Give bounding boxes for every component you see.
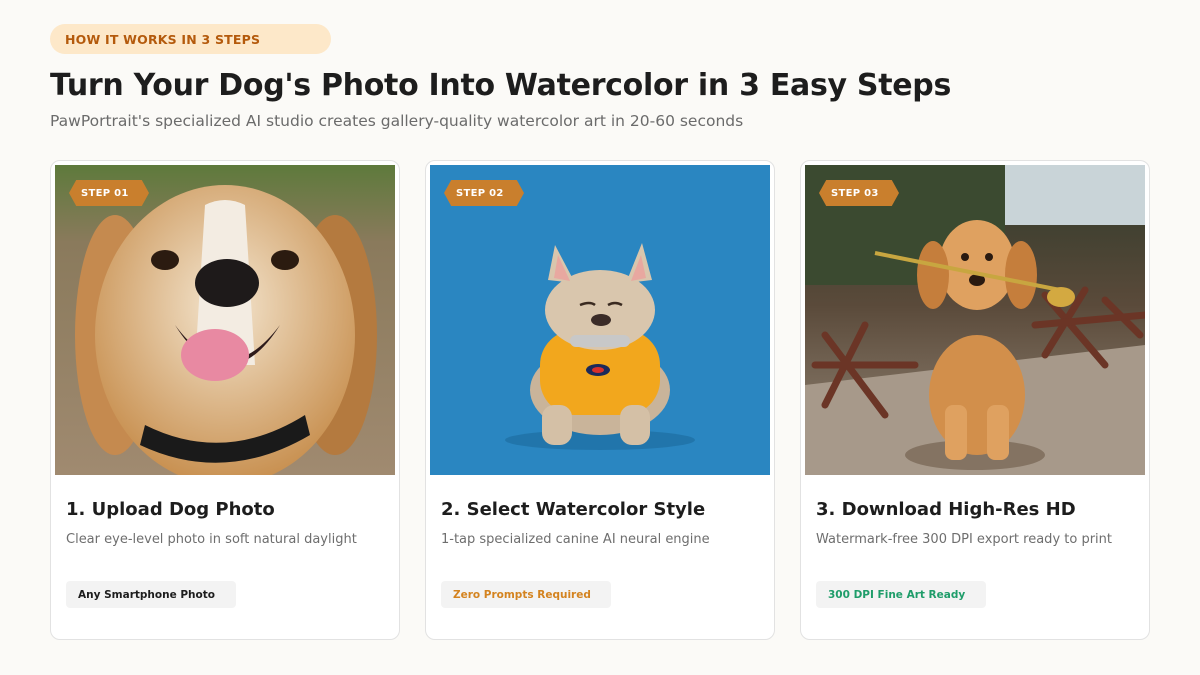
step-title: 3. Download High-Res HD (816, 499, 1076, 520)
step-3-photo: STEP 03 (805, 165, 1145, 475)
step-description: 1-tap specialized canine AI neural engin… (441, 532, 710, 547)
page-subtitle: PawPortrait's specialized AI studio crea… (50, 112, 744, 130)
step-title: 2. Select Watercolor Style (441, 499, 706, 520)
step-card-2: STEP 02 2. Select Watercolor Style 1-tap… (425, 160, 775, 640)
step-2-photo: STEP 02 (430, 165, 770, 475)
page-title: Turn Your Dog's Photo Into Watercolor in… (50, 68, 952, 103)
step-badge-label: STEP 03 (831, 187, 879, 199)
eyebrow-label: HOW IT WORKS IN 3 STEPS (65, 31, 261, 47)
step-badge-label: STEP 01 (81, 187, 129, 199)
step-badge: STEP 03 (819, 180, 899, 206)
step-tag: 300 DPI Fine Art Ready (816, 581, 986, 608)
step-tag-label: Zero Prompts Required (453, 588, 591, 601)
step-title: 1. Upload Dog Photo (66, 499, 275, 520)
step-tag-label: 300 DPI Fine Art Ready (828, 588, 966, 601)
step-tag: Zero Prompts Required (441, 581, 611, 608)
section-eyebrow-pill: HOW IT WORKS IN 3 STEPS (50, 24, 331, 54)
step-tag: Any Smartphone Photo (66, 581, 236, 608)
step-badge: STEP 01 (69, 180, 149, 206)
step-card-3: STEP 03 3. Download High-Res HD Watermar… (800, 160, 1150, 640)
step-description: Clear eye-level photo in soft natural da… (66, 532, 357, 547)
step-1-photo: STEP 01 (55, 165, 395, 475)
step-tag-label: Any Smartphone Photo (78, 588, 215, 601)
step-badge: STEP 02 (444, 180, 524, 206)
step-card-1: STEP 01 1. Upload Dog Photo Clear eye-le… (50, 160, 400, 640)
step-description: Watermark-free 300 DPI export ready to p… (816, 532, 1112, 547)
step-badge-label: STEP 02 (456, 187, 504, 199)
